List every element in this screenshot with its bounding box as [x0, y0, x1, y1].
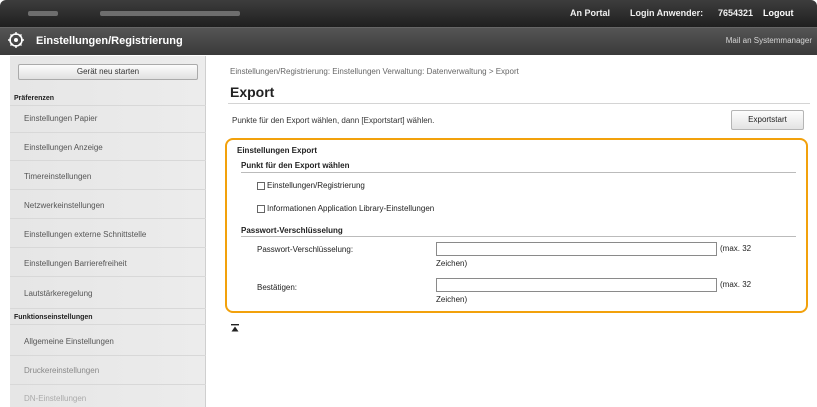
sidebar-item-paper[interactable]: Einstellungen Papier — [24, 114, 97, 123]
blurred-device-info — [100, 11, 240, 16]
sidebar: Gerät neu starten Präferenzen Einstellun… — [10, 56, 206, 407]
export-start-button[interactable]: Exportstart — [731, 110, 804, 130]
password-encryption-heading: Passwort-Verschlüsselung — [241, 226, 343, 235]
sidebar-divider — [10, 105, 206, 106]
sidebar-item-general[interactable]: Allgemeine Einstellungen — [24, 337, 114, 346]
app-title: Einstellungen/Registrierung — [36, 35, 183, 47]
sidebar-item-printer[interactable]: Druckereinstellungen — [24, 366, 99, 375]
logout-link[interactable]: Logout — [763, 8, 794, 18]
select-items-heading: Punkt für den Export wählen — [241, 161, 350, 170]
settings-gear-icon — [6, 31, 26, 51]
sidebar-item-volume[interactable]: Lautstärkeregelung — [24, 289, 93, 298]
checkbox[interactable] — [257, 181, 265, 190]
sidebar-section-function-settings: Funktionseinstellungen — [14, 314, 93, 321]
export-settings-panel: Einstellungen Export Punkt für den Expor… — [225, 138, 808, 313]
mail-system-manager-link[interactable]: Mail an Systemmanager — [726, 36, 812, 45]
sidebar-item-display[interactable]: Einstellungen Anzeige — [24, 143, 103, 152]
title-divider — [228, 103, 810, 104]
export-settings-heading: Einstellungen Export — [237, 146, 318, 155]
back-to-top-icon[interactable] — [230, 323, 240, 333]
instruction-text: Punkte für den Export wählen, dann [Expo… — [232, 116, 435, 125]
page-title: Export — [230, 84, 275, 100]
max-length-hint: (max. 32 — [720, 244, 752, 253]
max-length-hint-unit: Zeichen) — [436, 259, 468, 268]
restart-device-button[interactable]: Gerät neu starten — [18, 64, 198, 80]
sidebar-item-network[interactable]: Netzwerkeinstellungen — [24, 201, 105, 210]
login-user-label: Login Anwender: — [630, 8, 704, 18]
sidebar-divider — [10, 247, 206, 248]
sidebar-divider — [10, 384, 206, 385]
blurred-device-name — [28, 11, 58, 16]
checkbox-row-settings-registration[interactable]: Einstellungen/Registrierung — [257, 181, 365, 190]
portal-link[interactable]: An Portal — [570, 8, 610, 18]
sidebar-item-external-interface[interactable]: Einstellungen externe Schnittstelle — [24, 230, 146, 239]
max-length-hint: (max. 32 — [720, 280, 752, 289]
sidebar-divider — [10, 276, 206, 277]
section-divider — [241, 236, 796, 237]
sidebar-divider — [10, 218, 206, 219]
sidebar-divider — [10, 160, 206, 161]
sidebar-item-timer[interactable]: Timereinstellungen — [24, 172, 91, 181]
confirm-password-input[interactable] — [436, 278, 717, 292]
password-encryption-label: Passwort-Verschlüsselung: — [257, 245, 354, 254]
sidebar-divider — [10, 189, 206, 190]
top-bar: An Portal Login Anwender: 7654321 Logout — [0, 0, 817, 27]
title-bar: Einstellungen/Registrierung Mail an Syst… — [0, 27, 817, 55]
breadcrumb: Einstellungen/Registrierung: Einstellung… — [230, 67, 519, 76]
checkbox-row-application-library[interactable]: Informationen Application Library-Einste… — [257, 204, 434, 213]
sidebar-divider — [10, 324, 206, 325]
sidebar-divider — [10, 308, 206, 309]
checkbox-label: Einstellungen/Registrierung — [267, 181, 365, 190]
sidebar-section-preferences: Präferenzen — [14, 95, 55, 102]
sidebar-item-accessibility[interactable]: Einstellungen Barrierefreiheit — [24, 259, 127, 268]
sidebar-divider — [10, 355, 206, 356]
password-encryption-input[interactable] — [436, 242, 717, 256]
sidebar-item-dn[interactable]: DN-Einstellungen — [24, 394, 86, 403]
section-divider — [241, 172, 796, 173]
checkbox-label: Informationen Application Library-Einste… — [267, 204, 435, 213]
login-user-id: 7654321 — [718, 8, 754, 18]
checkbox[interactable] — [257, 204, 265, 213]
sidebar-divider — [10, 132, 206, 133]
max-length-hint-unit: Zeichen) — [436, 295, 468, 304]
confirm-password-label: Bestätigen: — [257, 283, 298, 292]
